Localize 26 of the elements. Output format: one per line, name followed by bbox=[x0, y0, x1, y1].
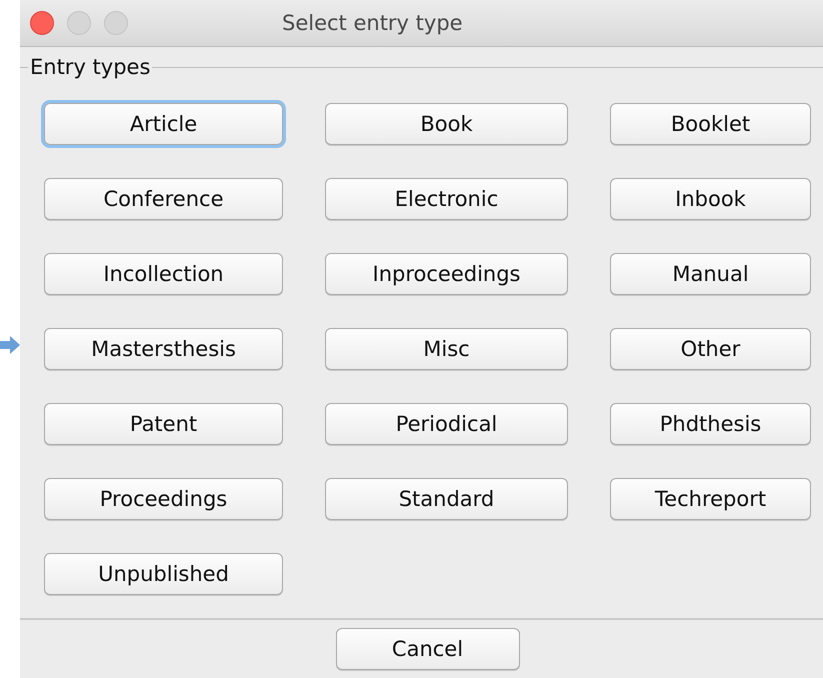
group-title: Entry types bbox=[29, 55, 152, 79]
entry-type-button[interactable]: Misc bbox=[325, 328, 568, 370]
entry-type-button[interactable]: Other bbox=[610, 328, 811, 370]
entry-type-button[interactable]: Manual bbox=[610, 253, 811, 295]
entry-type-button[interactable]: Unpublished bbox=[44, 553, 283, 595]
entry-type-button[interactable]: Proceedings bbox=[44, 478, 283, 520]
entry-type-button[interactable]: Patent bbox=[44, 403, 283, 445]
entry-type-button[interactable]: Conference bbox=[44, 178, 283, 220]
zoom-button[interactable] bbox=[104, 11, 128, 35]
entry-type-button[interactable]: Standard bbox=[325, 478, 568, 520]
entry-type-button[interactable]: Mastersthesis bbox=[44, 328, 283, 370]
entry-type-button[interactable]: Booklet bbox=[610, 103, 811, 145]
minimize-button[interactable] bbox=[67, 11, 91, 35]
entry-type-button[interactable]: Inproceedings bbox=[325, 253, 568, 295]
entry-type-button[interactable]: Periodical bbox=[325, 403, 568, 445]
entry-type-button[interactable]: Book bbox=[325, 103, 568, 145]
entry-type-button[interactable]: Techreport bbox=[610, 478, 811, 520]
entry-type-button[interactable]: Phdthesis bbox=[610, 403, 811, 445]
entry-type-button[interactable]: Incollection bbox=[44, 253, 283, 295]
close-button[interactable] bbox=[30, 11, 54, 35]
cancel-button[interactable]: Cancel bbox=[336, 628, 520, 670]
arrow-icon bbox=[0, 336, 20, 354]
entry-type-button[interactable]: Electronic bbox=[325, 178, 568, 220]
entry-type-button[interactable]: Article bbox=[44, 103, 283, 145]
window-title: Select entry type bbox=[282, 11, 463, 35]
entry-type-button[interactable]: Inbook bbox=[610, 178, 811, 220]
